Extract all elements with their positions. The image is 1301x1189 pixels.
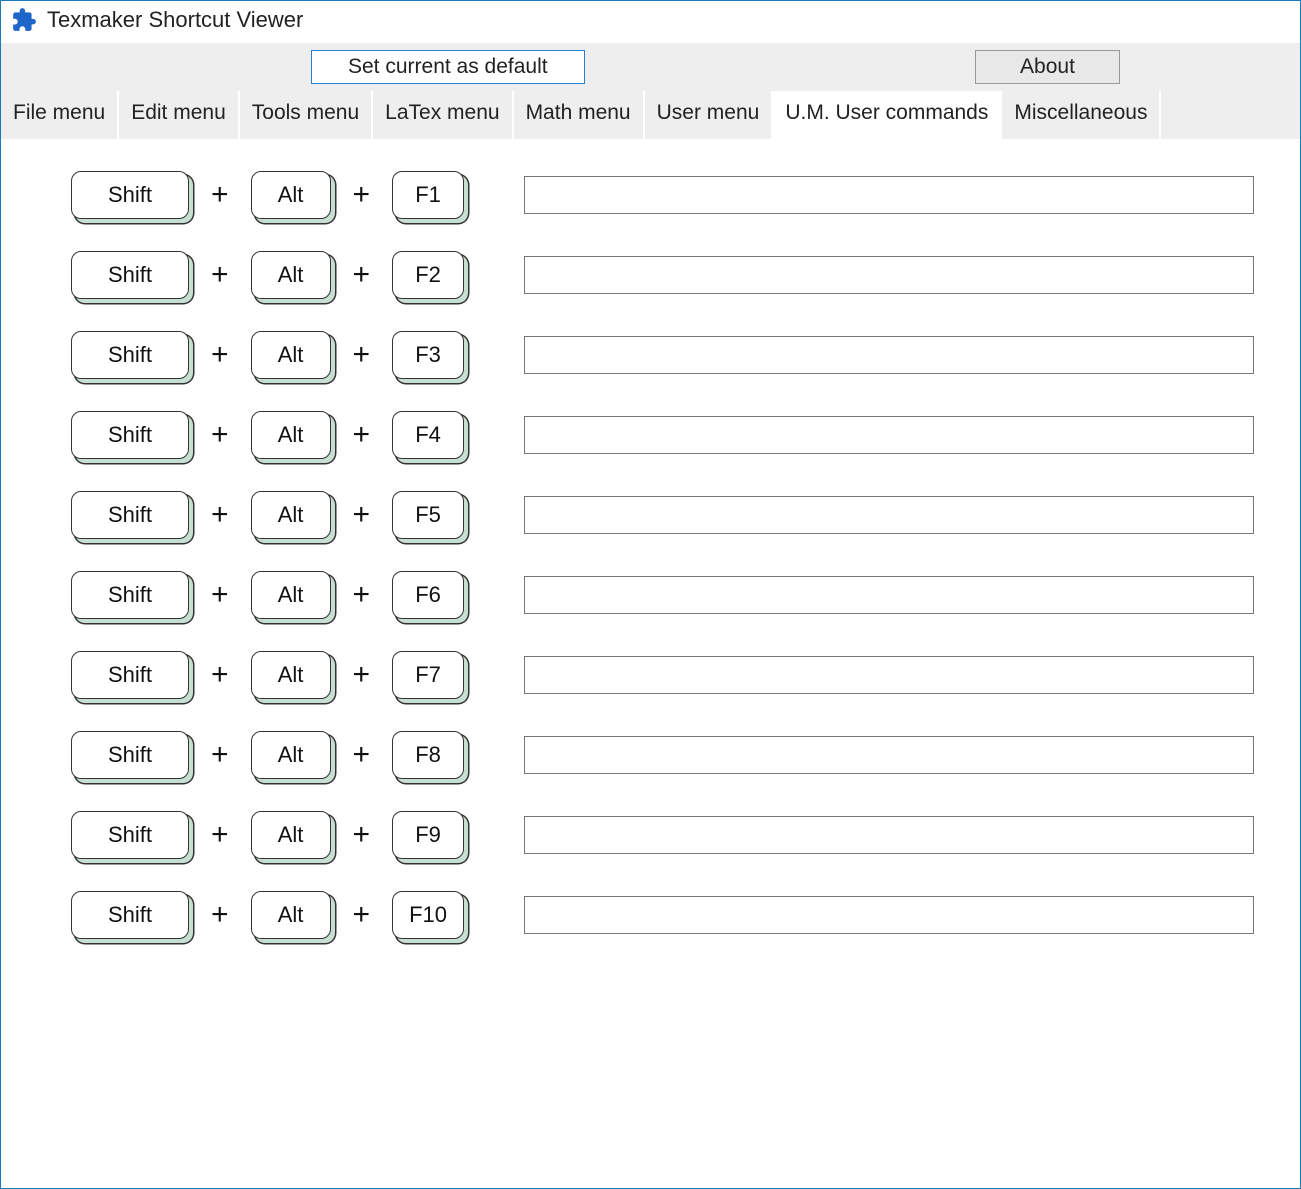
- window-title: Texmaker Shortcut Viewer: [47, 7, 303, 33]
- key-function: F3: [392, 331, 464, 379]
- plus-icon: +: [211, 578, 229, 612]
- plus-icon: +: [353, 498, 371, 532]
- plus-icon: +: [211, 658, 229, 692]
- plus-icon: +: [353, 578, 371, 612]
- shortcut-row: Shift + Alt + F2: [71, 250, 1300, 300]
- plus-icon: +: [353, 258, 371, 292]
- shortcut-row: Shift + Alt + F5: [71, 490, 1300, 540]
- plus-icon: +: [353, 178, 371, 212]
- key-alt: Alt: [251, 571, 331, 619]
- plus-icon: +: [353, 898, 371, 932]
- key-alt: Alt: [251, 251, 331, 299]
- tab-bar: File menuEdit menuTools menuLaTex menuMa…: [1, 91, 1300, 140]
- key-function: F7: [392, 651, 464, 699]
- plus-icon: +: [211, 498, 229, 532]
- command-input[interactable]: [524, 336, 1254, 374]
- command-input[interactable]: [524, 256, 1254, 294]
- tab-file-menu[interactable]: File menu: [1, 91, 119, 139]
- shortcut-row: Shift + Alt + F8: [71, 730, 1300, 780]
- key-alt: Alt: [251, 171, 331, 219]
- plus-icon: +: [353, 418, 371, 452]
- key-function: F5: [392, 491, 464, 539]
- toolbar: Set current as default About: [1, 43, 1300, 91]
- key-alt: Alt: [251, 731, 331, 779]
- tab-u-m-user-commands[interactable]: U.M. User commands: [773, 91, 1002, 140]
- command-input[interactable]: [524, 896, 1254, 934]
- titlebar: Texmaker Shortcut Viewer: [1, 1, 1300, 43]
- key-shift: Shift: [71, 571, 189, 619]
- key-alt: Alt: [251, 331, 331, 379]
- key-alt: Alt: [251, 491, 331, 539]
- tab-user-menu[interactable]: User menu: [645, 91, 774, 139]
- command-input[interactable]: [524, 176, 1254, 214]
- command-input[interactable]: [524, 576, 1254, 614]
- key-function: F10: [392, 891, 464, 939]
- key-shift: Shift: [71, 651, 189, 699]
- tab-edit-menu[interactable]: Edit menu: [119, 91, 240, 139]
- shortcut-row: Shift + Alt + F4: [71, 410, 1300, 460]
- shortcut-row: Shift + Alt + F6: [71, 570, 1300, 620]
- shortcut-row: Shift + Alt + F3: [71, 330, 1300, 380]
- key-shift: Shift: [71, 731, 189, 779]
- set-default-button[interactable]: Set current as default: [311, 50, 585, 84]
- puzzle-icon: [11, 7, 37, 33]
- plus-icon: +: [211, 338, 229, 372]
- key-alt: Alt: [251, 811, 331, 859]
- shortcut-row: Shift + Alt + F9: [71, 810, 1300, 860]
- plus-icon: +: [211, 258, 229, 292]
- plus-icon: +: [211, 418, 229, 452]
- key-shift: Shift: [71, 411, 189, 459]
- shortcut-row: Shift + Alt + F10: [71, 890, 1300, 940]
- command-input[interactable]: [524, 496, 1254, 534]
- key-function: F1: [392, 171, 464, 219]
- plus-icon: +: [353, 338, 371, 372]
- key-shift: Shift: [71, 171, 189, 219]
- key-shift: Shift: [71, 251, 189, 299]
- command-input[interactable]: [524, 416, 1254, 454]
- plus-icon: +: [353, 658, 371, 692]
- key-shift: Shift: [71, 811, 189, 859]
- key-function: F9: [392, 811, 464, 859]
- shortcut-table: Shift+Alt+F1Shift+Alt+F2Shift+Alt+F3Shif…: [1, 140, 1300, 940]
- key-alt: Alt: [251, 651, 331, 699]
- plus-icon: +: [353, 818, 371, 852]
- shortcut-row: Shift + Alt + F1: [71, 170, 1300, 220]
- key-alt: Alt: [251, 411, 331, 459]
- tab-math-menu[interactable]: Math menu: [514, 91, 645, 139]
- plus-icon: +: [211, 178, 229, 212]
- key-function: F8: [392, 731, 464, 779]
- command-input[interactable]: [524, 656, 1254, 694]
- key-function: F2: [392, 251, 464, 299]
- tab-latex-menu[interactable]: LaTex menu: [373, 91, 513, 139]
- key-shift: Shift: [71, 491, 189, 539]
- key-shift: Shift: [71, 331, 189, 379]
- plus-icon: +: [211, 818, 229, 852]
- plus-icon: +: [211, 898, 229, 932]
- key-function: F6: [392, 571, 464, 619]
- key-function: F4: [392, 411, 464, 459]
- about-button[interactable]: About: [975, 50, 1120, 84]
- key-alt: Alt: [251, 891, 331, 939]
- tab-miscellaneous[interactable]: Miscellaneous: [1002, 91, 1161, 139]
- plus-icon: +: [353, 738, 371, 772]
- key-shift: Shift: [71, 891, 189, 939]
- plus-icon: +: [211, 738, 229, 772]
- command-input[interactable]: [524, 736, 1254, 774]
- tab-tools-menu[interactable]: Tools menu: [240, 91, 373, 139]
- command-input[interactable]: [524, 816, 1254, 854]
- shortcut-row: Shift + Alt + F7: [71, 650, 1300, 700]
